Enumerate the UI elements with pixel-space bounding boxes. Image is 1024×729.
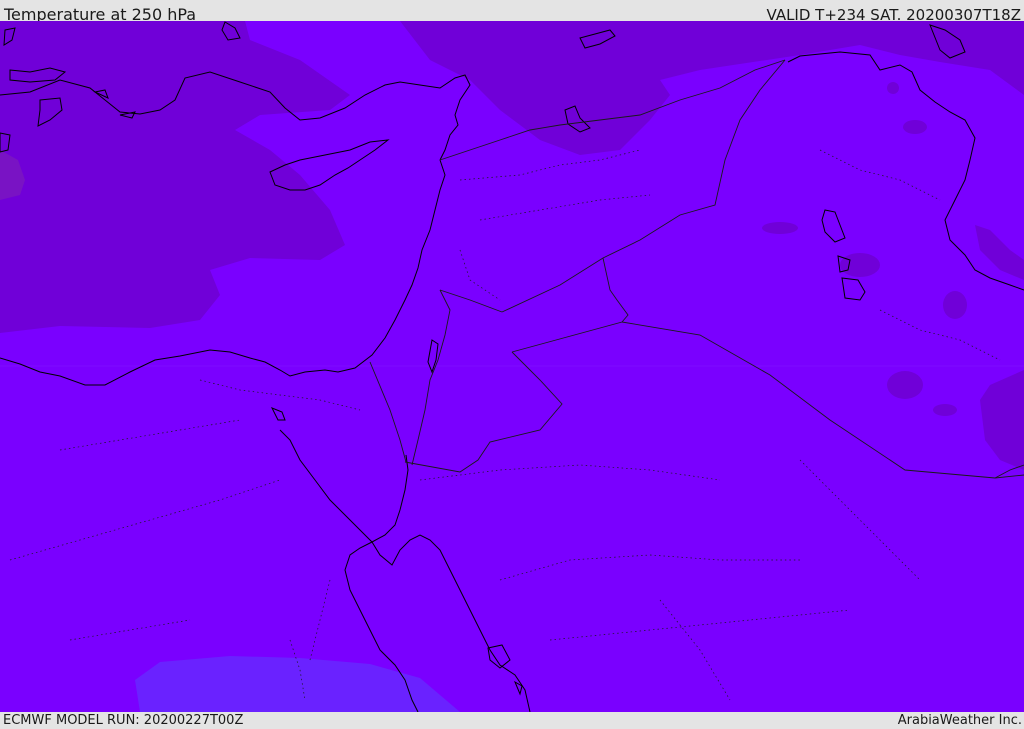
model-run-label: ECMWF MODEL RUN: 20200227T00Z (3, 713, 244, 728)
cool-patch-1 (887, 371, 923, 399)
cool-patch-7 (887, 82, 899, 94)
weather-map[interactable] (0, 21, 1024, 712)
footer-bar: ECMWF MODEL RUN: 20200227T00Z ArabiaWeat… (0, 712, 1024, 729)
cool-patch-2 (943, 291, 967, 319)
cool-patch-6 (903, 120, 927, 134)
header-bar: Temperature at 250 hPa VALID T+234 SAT. … (0, 0, 1024, 24)
cool-patch-4 (762, 222, 798, 234)
cool-patch-5 (933, 404, 957, 416)
credit-label: ArabiaWeather Inc. (897, 713, 1022, 728)
map-svg (0, 21, 1024, 712)
cool-patch-3 (840, 253, 880, 277)
